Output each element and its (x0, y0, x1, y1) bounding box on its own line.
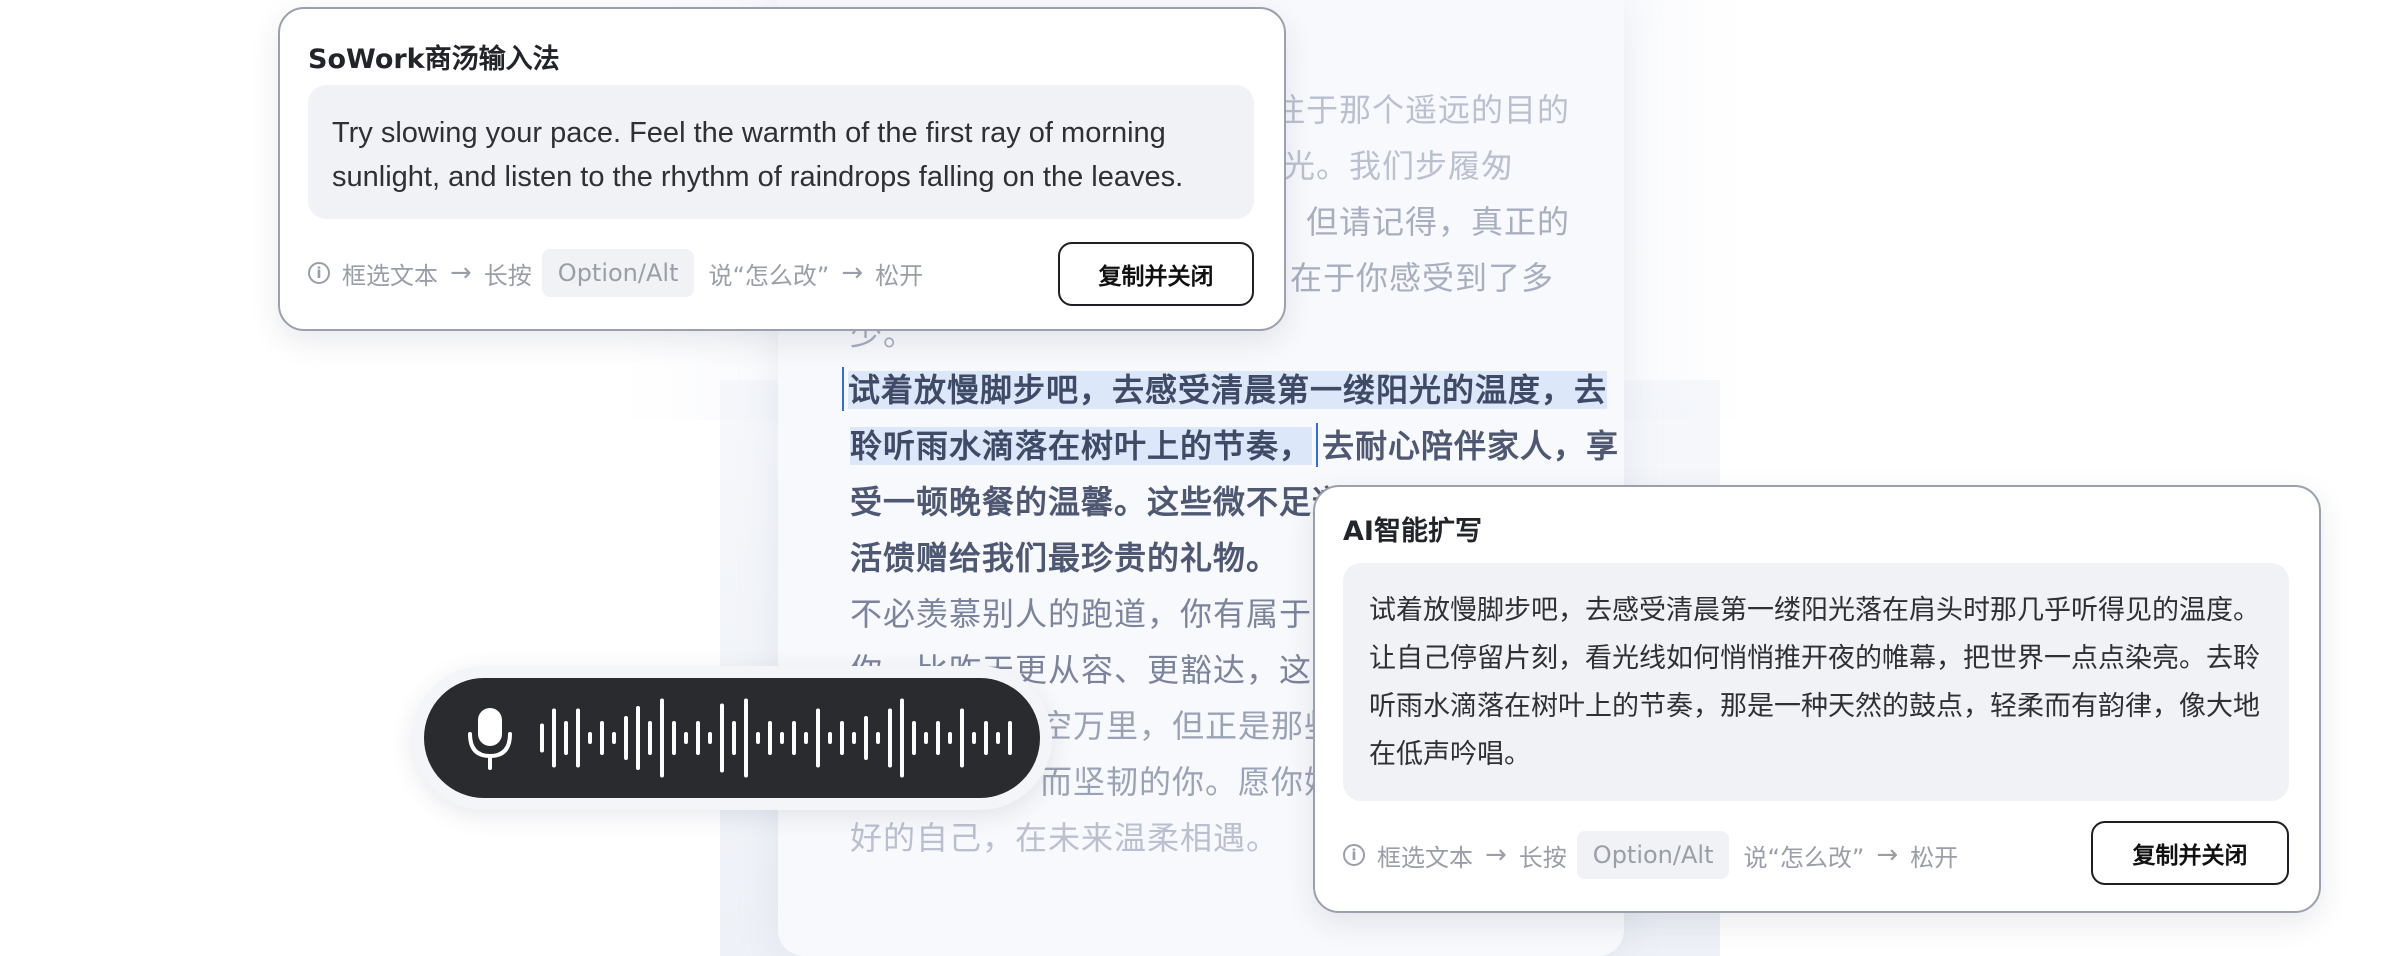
microphone-icon[interactable] (464, 706, 516, 770)
hint-say-text: 说“怎么改” (708, 261, 830, 290)
hint-say-text: 说“怎么改” (1743, 843, 1865, 872)
ai-expand-popup: AI智能扩写 试着放慢脚步吧，去感受清晨第一缕阳光落在肩头时那几乎听得见的温度。… (1313, 485, 2321, 913)
voice-input-bar[interactable] (424, 678, 1040, 798)
hint-select-text: 框选文本 (1377, 843, 1473, 872)
document-line: 注于那个遥远的目的 (1272, 91, 1570, 129)
selection-end-caret[interactable] (1316, 423, 1319, 467)
document-line: 空万里，但正是那些 (1040, 707, 1338, 745)
translation-result: Try slowing your pace. Feel the warmth o… (308, 85, 1254, 219)
popup-title: AI智能扩写 (1343, 516, 1482, 547)
document-line: 不必羡慕别人的跑道，你有属于自 (850, 595, 1346, 633)
hint-release-text: 松开 (1910, 843, 1959, 872)
arrow-right-icon: → (1485, 840, 1507, 870)
document-line: 星光。我们步履匆 (1250, 147, 1515, 185)
hint-key-badge: Option/Alt (541, 249, 695, 297)
document-line: 好的自己，在未来温柔相遇。 (850, 819, 1280, 857)
arrow-right-icon: → (1876, 840, 1899, 870)
document-line-mixed: 聆听雨水滴落在树叶上的节奏， 去耐心陪伴家人，享 (850, 418, 1619, 474)
info-icon: i (1343, 844, 1365, 866)
arrow-right-icon: → (841, 258, 864, 288)
hint-select-text: 框选文本 (342, 261, 438, 290)
popup-title: SoWork商汤输入法 (308, 44, 560, 75)
document-line: 在于你感受到了多 (1290, 259, 1555, 297)
sowork-ime-popup: SoWork商汤输入法 Try slowing your pace. Feel … (278, 7, 1286, 331)
copy-and-close-button[interactable]: 复制并关闭 (2091, 821, 2289, 885)
selected-text[interactable]: 试着放慢脚步吧，去感受清晨第一缕阳光的温度，去 (848, 371, 1608, 409)
document-line: 。但请记得，真正的 (1272, 203, 1570, 241)
selection-start-caret[interactable] (842, 367, 844, 411)
hint-hold-text: 长按 (1518, 843, 1567, 872)
usage-hint: i 框选文本 → 长按 Option/Alt 说“怎么改” → 松开 (1343, 831, 1958, 879)
info-icon: i (308, 262, 330, 284)
expanded-text-result: 试着放慢脚步吧，去感受清晨第一缕阳光落在肩头时那几乎听得见的温度。让自己停留片刻… (1343, 563, 2289, 801)
audio-waveform (540, 698, 1012, 778)
usage-hint: i 框选文本 → 长按 Option/Alt 说“怎么改” → 松开 (308, 249, 923, 297)
copy-and-close-button[interactable]: 复制并关闭 (1058, 242, 1254, 306)
document-line: 而坚韧的你。愿你始 (1040, 763, 1338, 801)
hint-key-badge: Option/Alt (1576, 831, 1730, 879)
document-line: 受一顿晚餐的温馨。这些微不足道 (850, 483, 1346, 521)
hint-hold-text: 长按 (483, 261, 532, 290)
document-line: 活馈赠给我们最珍贵的礼物。 (850, 539, 1280, 577)
selected-text[interactable]: 聆听雨水滴落在树叶上的节奏， (850, 427, 1313, 465)
hint-release-text: 松开 (875, 261, 924, 290)
arrow-right-icon: → (450, 258, 472, 288)
document-text-span: 去耐心陪伴家人，享 (1322, 427, 1620, 465)
document-line-selected: 试着放慢脚步吧，去感受清晨第一缕阳光的温度，去 (838, 362, 1608, 418)
